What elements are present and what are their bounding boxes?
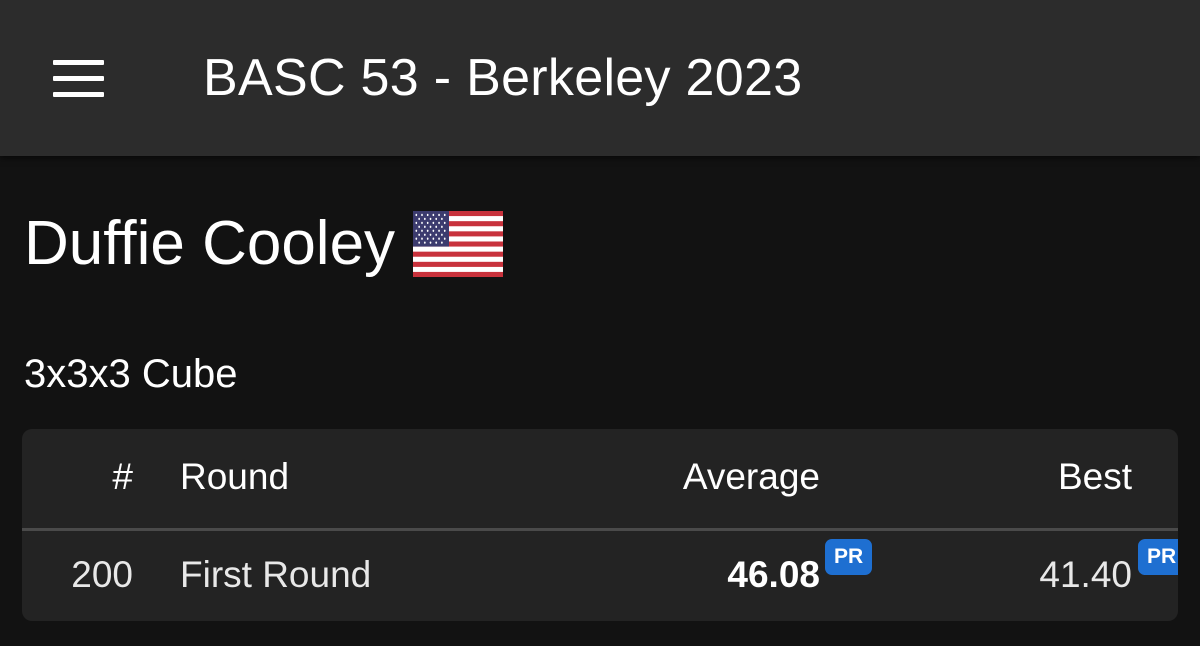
row-rank: 200 (71, 554, 133, 595)
event-name: 3x3x3 Cube (24, 352, 238, 396)
us-flag-icon (413, 211, 504, 277)
menu-line (53, 92, 104, 97)
row-average: 46.08 (727, 554, 820, 595)
header-round: Round (180, 456, 290, 497)
hamburger-menu-icon[interactable] (42, 48, 114, 108)
best-pr-badge: PR (1138, 539, 1178, 575)
app-title: BASC 53 - Berkeley 2023 (203, 49, 803, 107)
table-row[interactable]: 200 First Round 46.08 PR 41.40 PR (22, 531, 1178, 621)
row-round: First Round (180, 554, 372, 595)
row-best: 41.40 (1039, 554, 1132, 595)
menu-line (53, 76, 104, 81)
header-average: Average (682, 456, 820, 497)
header-best: Best (1057, 456, 1132, 497)
app-bar: BASC 53 - Berkeley 2023 (0, 0, 1200, 156)
menu-line (53, 60, 104, 65)
header-rank: # (112, 456, 133, 497)
person-header: Duffie Cooley (24, 206, 504, 282)
average-pr-badge: PR (825, 539, 873, 575)
table-header-row: # Round Average Best (22, 429, 1178, 531)
results-table: # Round Average Best 200 First Round 46.… (22, 429, 1178, 621)
person-name: Duffie Cooley (24, 209, 396, 278)
